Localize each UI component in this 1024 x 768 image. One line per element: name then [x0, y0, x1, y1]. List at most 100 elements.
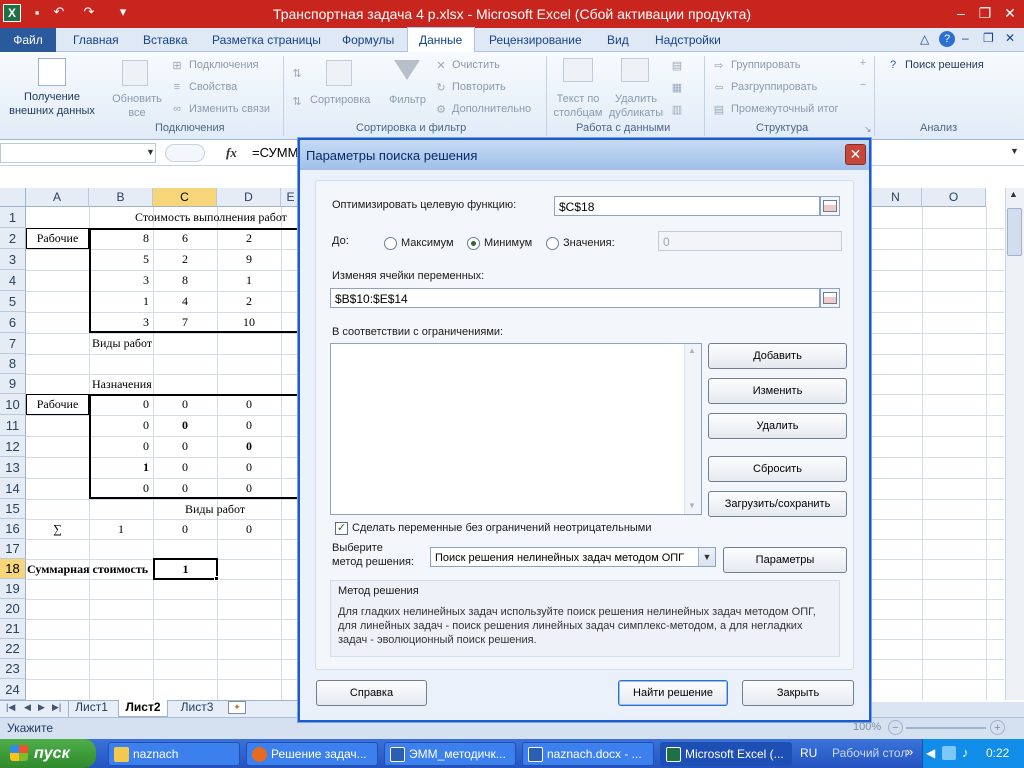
zoom-slider[interactable] — [906, 727, 986, 729]
assign-cell[interactable]: 0 — [153, 415, 217, 436]
help-button[interactable]: Справка — [316, 680, 427, 706]
tab-addins[interactable]: Надстройки — [655, 33, 721, 47]
workbook-close-icon[interactable]: ✕ — [1005, 31, 1015, 45]
variables-input[interactable]: $B$10:$E$14 — [330, 288, 820, 308]
scroll-thumb[interactable] — [1007, 208, 1022, 256]
row-header-23[interactable]: 23 — [0, 659, 26, 679]
row-header-10[interactable]: 10 — [0, 394, 26, 415]
text-to-columns-button[interactable]: Текст по столбцам — [552, 92, 604, 120]
load-save-button[interactable]: Загрузить/сохранить — [708, 491, 847, 517]
cost-cell[interactable]: 7 — [153, 312, 217, 333]
row-header-21[interactable]: 21 — [0, 619, 26, 639]
sheet-nav-first-icon[interactable]: |◀ — [6, 702, 15, 713]
assign-cell[interactable]: 0 — [89, 415, 153, 436]
solve-button[interactable]: Найти решение — [618, 680, 728, 706]
assign-cell[interactable]: 0 — [217, 394, 281, 415]
sheet-tab-1[interactable]: Лист1 — [68, 700, 114, 717]
assign-cell[interactable]: 0 — [89, 394, 153, 415]
row-header-8[interactable]: 8 — [0, 354, 26, 374]
filter-button[interactable]: Фильтр — [389, 94, 426, 106]
formula-cancel-icon[interactable] — [165, 144, 205, 162]
name-box-dropdown-icon[interactable]: ▼ — [146, 147, 155, 157]
method-select[interactable]: Поиск решения нелинейных задач методом О… — [430, 547, 716, 567]
sum-cell[interactable]: 0 — [153, 519, 217, 539]
scroll-up-icon[interactable]: ▲ — [688, 346, 696, 355]
options-button[interactable]: Параметры — [723, 547, 847, 573]
hide-detail-icon[interactable]: − — [856, 78, 870, 92]
sheet-tab-2[interactable]: Лист2 — [118, 700, 168, 717]
tab-page-layout[interactable]: Разметка страницы — [212, 33, 321, 47]
row-header-22[interactable]: 22 — [0, 639, 26, 659]
consolidate-icon[interactable]: ▦ — [670, 80, 684, 94]
solver-button[interactable]: Поиск решения — [905, 59, 984, 71]
ungroup-button[interactable]: Разгруппировать — [731, 81, 817, 93]
nonneg-label[interactable]: Сделать переменные без ограничений неотр… — [352, 522, 652, 534]
value-input[interactable]: 0 — [658, 231, 842, 251]
cost-cell[interactable]: 4 — [153, 291, 217, 312]
constraints-list[interactable] — [330, 343, 702, 515]
workbook-minimize-icon[interactable]: – — [962, 31, 969, 45]
zoom-out-icon[interactable]: − — [888, 720, 903, 735]
assign-cell[interactable]: 0 — [153, 457, 217, 478]
zoom-level[interactable]: 100% — [853, 721, 881, 733]
change-button[interactable]: Изменить — [708, 378, 847, 404]
cost-cell[interactable]: 3 — [89, 270, 153, 291]
taskbar-item-firefox[interactable]: Решение задач... — [246, 742, 378, 766]
network-icon[interactable] — [942, 746, 956, 760]
tray-back-icon[interactable]: ◀ — [926, 746, 935, 760]
assign-cell[interactable]: 0 — [217, 478, 281, 499]
tab-file[interactable]: Файл — [0, 28, 56, 52]
dialog-close-icon[interactable]: ✕ — [845, 144, 866, 165]
cost-cell[interactable]: 8 — [153, 270, 217, 291]
column-header-d[interactable]: D — [217, 188, 281, 207]
objective-ref-button[interactable] — [820, 196, 840, 216]
group-button[interactable]: Группировать — [731, 59, 801, 71]
cost-cell[interactable]: 2 — [217, 228, 281, 249]
sheet-nav-next-icon[interactable]: ▶ — [38, 702, 45, 713]
close-window-button[interactable]: ✕ — [997, 2, 1023, 24]
cost-cell[interactable]: 2 — [153, 249, 217, 270]
scroll-up-icon[interactable]: ▲ — [1009, 189, 1018, 199]
row-header-15[interactable]: 15 — [0, 499, 26, 519]
radio-min-label[interactable]: Минимум — [484, 237, 532, 249]
row-header-18[interactable]: 18 — [0, 559, 26, 579]
constraints-scrollbar[interactable] — [684, 344, 701, 514]
selected-cell-c18[interactable]: 1 — [153, 558, 218, 580]
advanced-button[interactable]: Дополнительно — [452, 103, 531, 115]
get-external-data-button[interactable]: Получение внешних данных — [2, 90, 102, 118]
assign-cell[interactable]: 0 — [217, 415, 281, 436]
fx-icon[interactable]: fx — [226, 145, 237, 161]
column-header-n[interactable]: N — [870, 188, 922, 207]
add-button[interactable]: Добавить — [708, 343, 847, 369]
refresh-all-button[interactable]: Обновить все — [108, 92, 166, 120]
column-header-a[interactable]: A — [26, 188, 89, 207]
what-if-icon[interactable]: ▥ — [670, 102, 684, 116]
radio-value[interactable] — [546, 237, 559, 250]
radio-max-label[interactable]: Максимум — [401, 237, 454, 249]
row-header-14[interactable]: 14 — [0, 478, 26, 499]
assign-cell[interactable]: 0 — [217, 436, 281, 457]
tab-data[interactable]: Данные — [419, 33, 462, 47]
sum-cell[interactable]: 0 — [217, 519, 281, 539]
cost-cell[interactable]: 5 — [89, 249, 153, 270]
row-header-20[interactable]: 20 — [0, 599, 26, 619]
minimize-ribbon-icon[interactable]: △ — [920, 32, 929, 46]
cell-b7-work-types[interactable]: Виды работ — [92, 333, 212, 354]
cost-cell[interactable]: 10 — [217, 312, 281, 333]
row-header-6[interactable]: 6 — [0, 312, 26, 333]
sum-cell[interactable]: 1 — [89, 519, 153, 539]
taskbar-item-word-1[interactable]: ЭММ_методичк... — [384, 742, 516, 766]
cell-b1-title[interactable]: Стоимость выполнения работ — [95, 207, 315, 228]
cell-a2-workers[interactable]: Рабочие — [26, 228, 89, 249]
reset-button[interactable]: Сбросить — [708, 456, 847, 482]
row-header-19[interactable]: 19 — [0, 579, 26, 599]
sheet-nav-prev-icon[interactable]: ◀ — [24, 702, 31, 713]
taskbar-item-word-2[interactable]: naznach.docx - ... — [522, 742, 654, 766]
data-validation-icon[interactable]: ▤ — [670, 58, 684, 72]
remove-duplicates-button[interactable]: Удалить дубликаты — [606, 92, 666, 120]
taskbar-item-folder[interactable]: naznach — [108, 742, 240, 766]
cell-c15-work-types[interactable]: Виды работ — [180, 499, 280, 519]
subtotal-button[interactable]: Промежуточный итог — [731, 103, 839, 115]
assign-cell[interactable]: 0 — [153, 394, 217, 415]
row-header-1[interactable]: 1 — [0, 207, 26, 228]
